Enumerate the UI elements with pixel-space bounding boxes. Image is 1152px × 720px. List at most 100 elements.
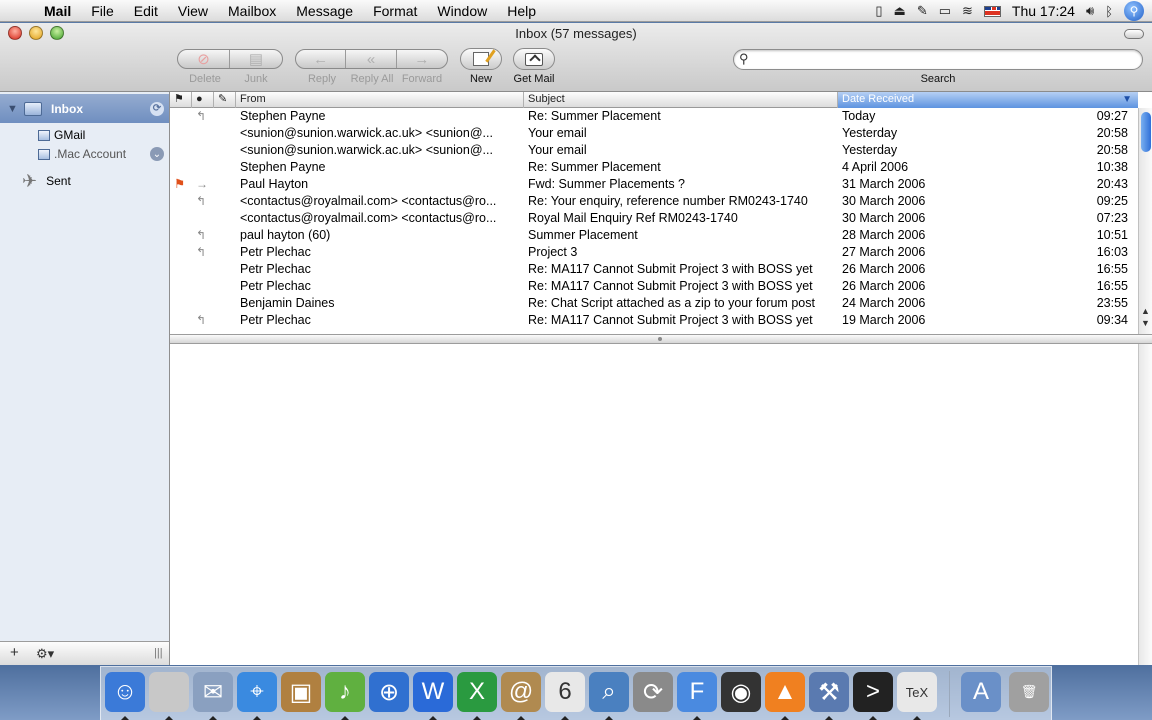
forward-button[interactable]: → xyxy=(397,50,447,68)
time-cell: 09:27 xyxy=(1096,109,1128,123)
from-column-header[interactable]: From xyxy=(236,92,524,108)
date-cell: 24 March 2006 xyxy=(842,296,926,310)
latex-icon[interactable]: TeX xyxy=(897,672,937,712)
table-row[interactable]: ↰ Petr Plechac Re: MA117 Cannot Submit Pro… xyxy=(170,312,1138,329)
sidebar-resize-handle[interactable]: ||| xyxy=(154,647,163,659)
attachment-column-header[interactable]: ✎ xyxy=(214,92,236,108)
script-menu-icon[interactable]: ✎ xyxy=(917,3,928,19)
table-row[interactable]: <sunion@sunion.warwick.ac.uk> <sunion@..… xyxy=(170,142,1138,159)
time-cell: 09:34 xyxy=(1096,313,1128,327)
new-message-button[interactable] xyxy=(460,48,502,70)
battery-icon[interactable]: ▯ xyxy=(875,3,882,19)
table-row[interactable]: ↰ Petr Plechac Project 3 27 March 2006 16:03 xyxy=(170,244,1138,261)
get-mail-button[interactable] xyxy=(513,48,555,70)
terminal-icon[interactable]: > xyxy=(853,672,893,712)
menu-message[interactable]: Message xyxy=(286,3,363,19)
firefox-icon[interactable]: F xyxy=(677,672,717,712)
word-icon[interactable]: W xyxy=(413,672,453,712)
itunes-icon[interactable]: ♪ xyxy=(325,672,365,712)
status-indicator: ↰ xyxy=(196,228,207,242)
table-row[interactable]: <sunion@sunion.warwick.ac.uk> <sunion@..… xyxy=(170,125,1138,142)
table-row[interactable]: Stephen Payne Re: Summer Placement 4 April… xyxy=(170,159,1138,176)
status-column-header[interactable]: ● xyxy=(192,92,214,108)
date-received-column-header[interactable]: Date Received ▼ xyxy=(838,92,1138,108)
table-row[interactable]: <contactus@royalmail.com> <contactus@ro.… xyxy=(170,210,1138,227)
eject-icon[interactable]: ⏏ xyxy=(894,3,906,19)
vlc-icon[interactable]: ▲ xyxy=(765,672,805,712)
network-icon[interactable]: ⊕ xyxy=(369,672,409,712)
table-row[interactable]: ↰ <contactus@royalmail.com> <contactus@ro… xyxy=(170,193,1138,210)
spotlight-icon[interactable]: ⚲ xyxy=(1124,1,1144,21)
excel-icon[interactable]: X xyxy=(457,672,497,712)
flag-column-header[interactable]: ⚑ xyxy=(170,92,192,108)
sync-icon[interactable]: ⟳ xyxy=(633,672,673,712)
mailbox-mac-account[interactable]: .Mac Account ⌄ xyxy=(0,145,169,163)
menubar-clock[interactable]: Thu 17:24 xyxy=(1012,3,1075,19)
disclosure-triangle-icon[interactable]: ▼ xyxy=(7,103,18,115)
blowfish-icon[interactable]: ◉ xyxy=(721,672,761,712)
menu-window[interactable]: Window xyxy=(427,3,497,19)
date-cell: 4 April 2006 xyxy=(842,160,909,174)
action-menu-gear-icon[interactable]: ⚙▾ xyxy=(36,646,54,662)
system-info-icon[interactable] xyxy=(149,672,189,712)
reply-icon: ← xyxy=(313,50,329,68)
search-input[interactable] xyxy=(756,52,1136,67)
message-list-scrollbar[interactable]: ▲ ▼ xyxy=(1138,108,1152,334)
status-indicator: ↰ xyxy=(196,245,207,259)
mailbox-gmail[interactable]: GMail xyxy=(0,126,169,144)
delete-button[interactable]: ⊘ xyxy=(178,50,231,68)
table-row[interactable]: Benjamin Daines Re: Chat Script attached … xyxy=(170,295,1138,312)
address-book-icon[interactable]: @ xyxy=(501,672,541,712)
menu-view[interactable]: View xyxy=(168,3,218,19)
running-indicator xyxy=(869,716,877,720)
iphoto-icon[interactable]: ▣ xyxy=(281,672,321,712)
subject-column-header[interactable]: Subject xyxy=(524,92,838,108)
pane-splitter[interactable] xyxy=(170,334,1152,344)
wifi-icon[interactable]: ≋ xyxy=(962,3,973,19)
message-list-scroll-thumb[interactable] xyxy=(1141,112,1151,152)
reply-label: Reply xyxy=(307,73,337,85)
sender-cell: <sunion@sunion.warwick.ac.uk> <sunion@..… xyxy=(240,126,493,140)
ical-icon[interactable]: 6 xyxy=(545,672,585,712)
trash-icon[interactable]: 🗑︎ xyxy=(1009,672,1049,712)
applications-folder-icon[interactable]: A xyxy=(961,672,1001,712)
menu-mail[interactable]: Mail xyxy=(34,3,81,19)
time-cell: 09:25 xyxy=(1096,194,1128,208)
table-row[interactable]: Petr Plechac Re: MA117 Cannot Submit Proj… xyxy=(170,278,1138,295)
safari-icon[interactable]: ⌖ xyxy=(237,672,277,712)
toolbar-toggle-button[interactable] xyxy=(1124,29,1144,39)
finder-icon[interactable]: ☺ xyxy=(105,672,145,712)
preview-scrollbar[interactable] xyxy=(1138,344,1152,665)
mail-icon[interactable]: ✉ xyxy=(193,672,233,712)
get-mail-label: Get Mail xyxy=(513,73,555,85)
inbox-label: Inbox xyxy=(51,101,83,116)
menu-format[interactable]: Format xyxy=(363,3,427,19)
junk-button[interactable]: ▤ xyxy=(230,50,282,68)
scroll-down-arrow-icon[interactable]: ▼ xyxy=(1141,318,1150,328)
menu-help[interactable]: Help xyxy=(497,3,546,19)
search-field[interactable]: ⚲ xyxy=(733,49,1143,70)
table-row[interactable]: ⚑ → Paul Hayton Fwd: Summer Placements ? 31 … xyxy=(170,176,1138,193)
menu-edit[interactable]: Edit xyxy=(124,3,168,19)
mailbox-inbox[interactable]: ▼ Inbox ⟳ xyxy=(0,94,169,123)
reply-button[interactable]: ← xyxy=(296,50,347,68)
preview-icon[interactable]: ⌕ xyxy=(589,672,629,712)
subject-cell: Fwd: Summer Placements ? xyxy=(528,177,685,191)
xcode-icon[interactable]: ⚒ xyxy=(809,672,849,712)
display-icon[interactable]: ▭ xyxy=(939,3,951,19)
menu-file[interactable]: File xyxy=(81,3,124,19)
time-cell: 10:51 xyxy=(1096,228,1128,242)
scroll-up-arrow-icon[interactable]: ▲ xyxy=(1141,306,1150,316)
mailbox-sent[interactable]: ✈ Sent xyxy=(0,170,169,192)
subject-cell: Re: Your enquiry, reference number RM024… xyxy=(528,194,808,208)
reply-all-button[interactable]: « xyxy=(346,50,397,68)
volume-icon[interactable]: 🔊︎ xyxy=(1086,3,1094,19)
add-mailbox-button[interactable]: + xyxy=(10,644,19,661)
table-row[interactable]: ↰ paul hayton (60) Summer Placement 28 Marc… xyxy=(170,227,1138,244)
input-menu-uk-flag-icon[interactable] xyxy=(983,5,1001,17)
bluetooth-icon[interactable]: ᛒ xyxy=(1105,4,1113,19)
table-row[interactable]: ↰ Stephen Payne Re: Summer Placement Today 0… xyxy=(170,108,1138,125)
sort-descending-icon: ▼ xyxy=(1122,94,1132,105)
table-row[interactable]: Petr Plechac Re: MA117 Cannot Submit Proj… xyxy=(170,261,1138,278)
menu-mailbox[interactable]: Mailbox xyxy=(218,3,286,19)
